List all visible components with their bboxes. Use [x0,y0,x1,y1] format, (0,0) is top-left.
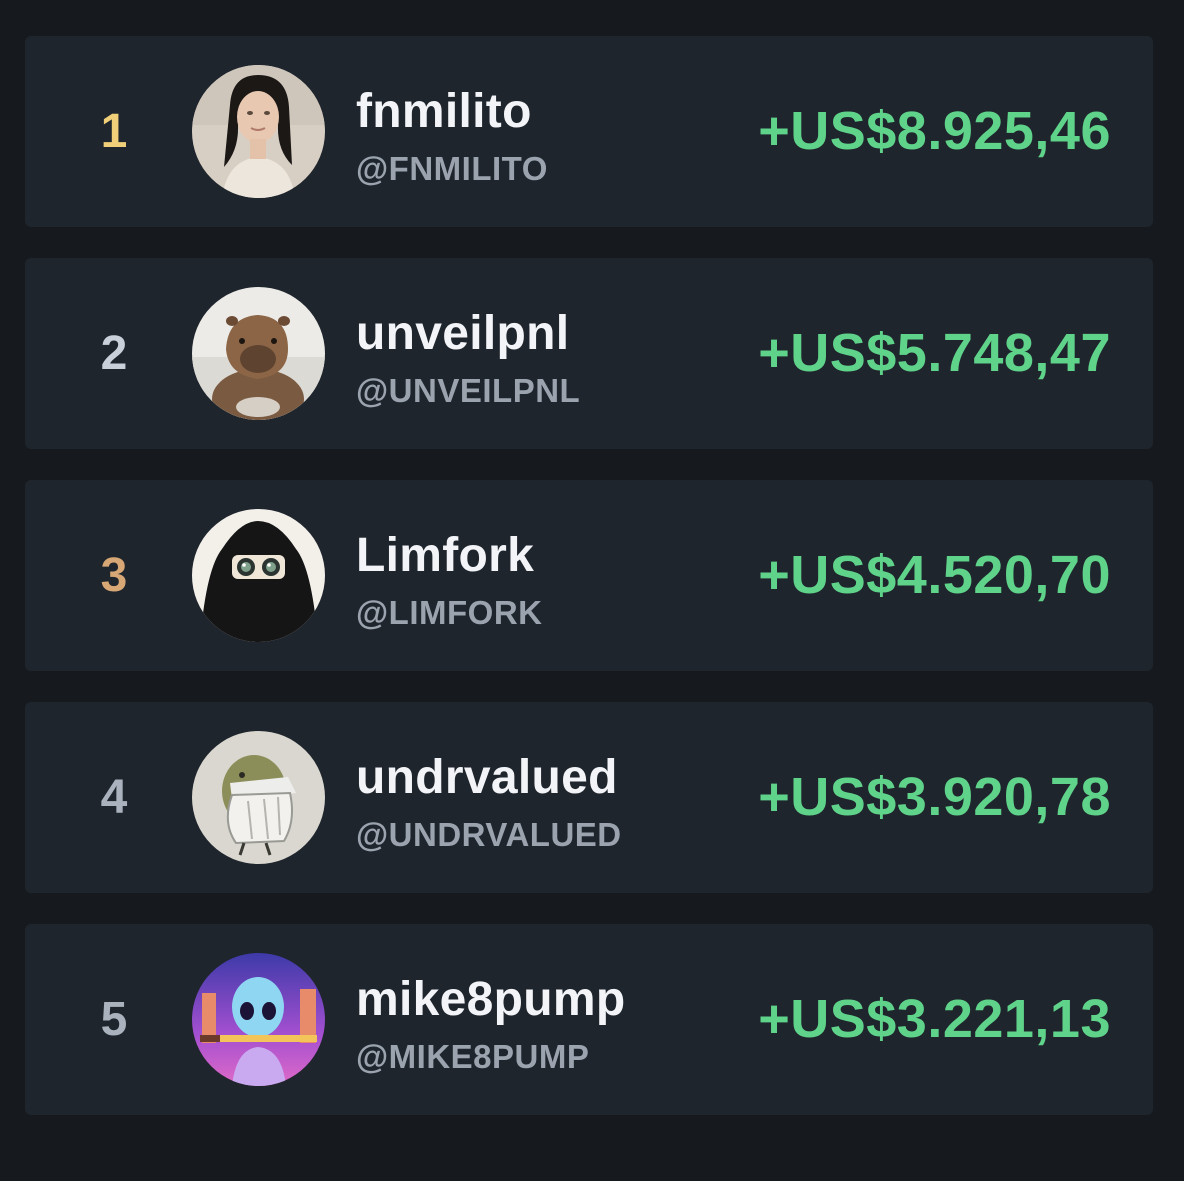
bird-cloak-avatar[interactable] [192,731,325,864]
leaderboard-row[interactable]: 4 undrvalued @UNDRVALUED +US$3.920,78 [25,702,1153,893]
alien-warrior-avatar-image [192,953,325,1086]
leaderboard-list: 1 fnmilito @FNMILITO +US$8.925,46 2 unve… [25,36,1153,1146]
rank-number: 3 [100,549,128,602]
rank-number: 4 [100,771,128,824]
pnl-amount: +US$3.920,78 [758,767,1111,827]
trader-handle[interactable]: @UNVEILPNL [356,372,580,410]
pnl-amount: +US$8.925,46 [758,101,1111,161]
trader-handle[interactable]: @MIKE8PUMP [356,1038,589,1076]
leaderboard-row[interactable]: 2 unveilpnl @UNVEILPNL +US$5.748,47 [25,258,1153,449]
portrait-avatar[interactable] [192,65,325,198]
rank-number: 2 [100,327,128,380]
trader-name[interactable]: mike8pump [356,972,625,1027]
rank-number: 5 [100,993,128,1046]
trader-name[interactable]: fnmilito [356,84,532,139]
capybara-avatar[interactable] [192,287,325,420]
portrait-avatar-image [192,65,325,198]
trader-name[interactable]: undrvalued [356,750,618,805]
trader-name[interactable]: unveilpnl [356,306,569,361]
leaderboard-row[interactable]: 1 fnmilito @FNMILITO +US$8.925,46 [25,36,1153,227]
trader-handle[interactable]: @FNMILITO [356,150,548,188]
pnl-amount: +US$5.748,47 [758,323,1111,383]
bird-cloak-avatar-image [192,731,325,864]
alien-warrior-avatar[interactable] [192,953,325,1086]
leaderboard-row[interactable]: 5 mike8pump @MIKE8PUMP +US$3.221,13 [25,924,1153,1115]
veiled-character-avatar-image [192,509,325,642]
rank-number: 1 [100,105,128,158]
leaderboard-row[interactable]: 3 Limfork @LIMFORK +US$4.520,70 [25,480,1153,671]
capybara-avatar-image [192,287,325,420]
veiled-character-avatar[interactable] [192,509,325,642]
pnl-amount: +US$3.221,13 [758,989,1111,1049]
pnl-amount: +US$4.520,70 [758,545,1111,605]
trader-name[interactable]: Limfork [356,528,534,583]
trader-handle[interactable]: @UNDRVALUED [356,816,622,854]
trader-handle[interactable]: @LIMFORK [356,594,542,632]
